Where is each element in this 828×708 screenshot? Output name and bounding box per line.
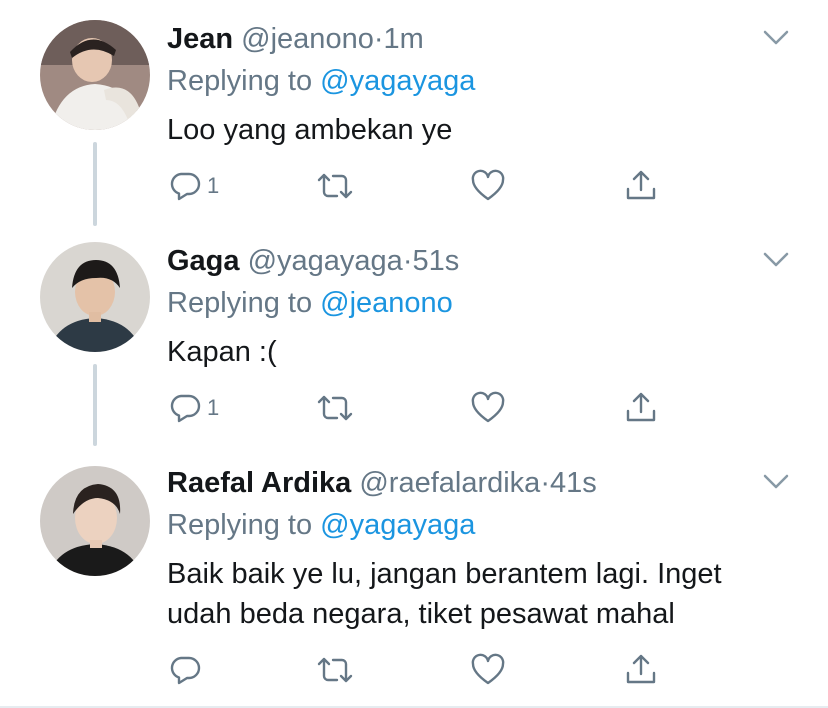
retweet-icon (317, 657, 353, 683)
tweet-actions (167, 650, 667, 690)
heart-icon (471, 653, 505, 685)
like-button[interactable] (470, 650, 506, 690)
timestamp[interactable]: 41s (550, 467, 597, 499)
share-button[interactable] (623, 650, 659, 690)
reply-thread: Jean @jeanono·1m Replying to @yagayaga L… (0, 0, 828, 708)
username[interactable]: @raefalardika (359, 467, 540, 499)
tweet-header: Raefal Ardika @raefalardika·41s (167, 466, 597, 500)
separator-dot: · (540, 467, 550, 499)
reply-icon (170, 656, 201, 685)
avatar[interactable] (40, 466, 150, 576)
share-icon (626, 654, 656, 684)
tweet-text: Baik baik ye lu, jangan berantem lagi. I… (167, 554, 807, 634)
reply-button[interactable] (167, 650, 207, 690)
display-name[interactable]: Raefal Ardika (167, 467, 351, 499)
retweet-button[interactable] (315, 650, 355, 690)
chevron-down-icon[interactable] (762, 472, 790, 492)
tweet-raefal[interactable]: Raefal Ardika @raefalardika·41s Replying… (0, 0, 828, 706)
tweet-text-line: Baik baik ye lu, jangan berantem lagi. I… (167, 558, 722, 590)
replying-to-mention[interactable]: @yagayaga (320, 509, 475, 541)
replying-to: Replying to @yagayaga (167, 508, 475, 542)
tweet-text-line: udah beda negara, tiket pesawat mahal (167, 598, 675, 630)
replying-to-label: Replying to (167, 509, 313, 541)
